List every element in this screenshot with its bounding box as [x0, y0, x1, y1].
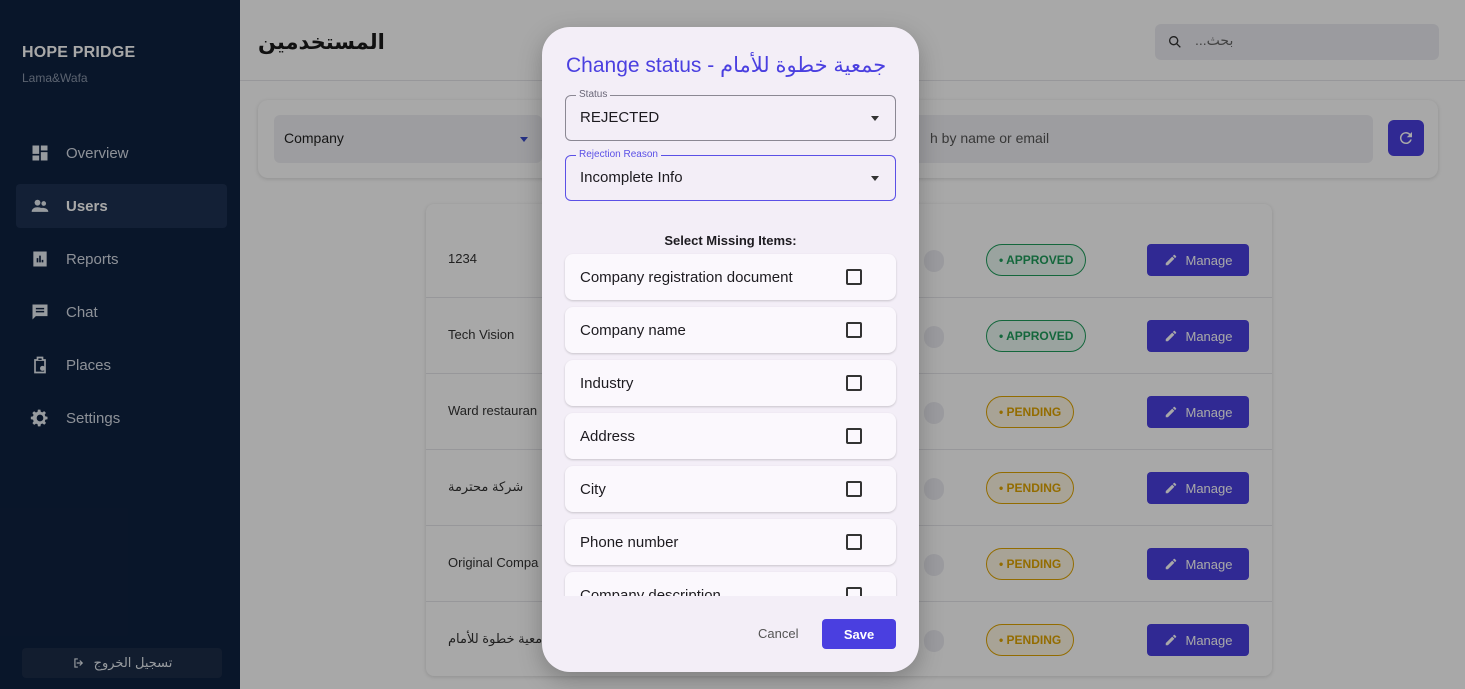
- status-select[interactable]: Status REJECTED: [565, 89, 896, 141]
- missing-item[interactable]: Company name: [565, 307, 896, 353]
- missing-item-checkbox[interactable]: [846, 587, 862, 596]
- missing-item-label: Address: [580, 428, 636, 445]
- missing-item[interactable]: Industry: [565, 360, 896, 406]
- change-status-dialog: Change status - جمعية خطوة للأمام Status…: [542, 27, 919, 672]
- cancel-button[interactable]: Cancel: [758, 626, 798, 641]
- missing-item-checkbox[interactable]: [846, 322, 862, 338]
- missing-item[interactable]: Address: [565, 413, 896, 459]
- dialog-title: Change status - جمعية خطوة للأمام: [566, 54, 887, 77]
- missing-item-label: Company name: [580, 322, 686, 339]
- chevron-down-icon: [871, 176, 879, 181]
- missing-items-title: Select Missing Items:: [664, 233, 797, 248]
- missing-item-label: Industry: [580, 375, 634, 392]
- save-button[interactable]: Save: [822, 619, 896, 649]
- status-label: Status: [576, 89, 611, 100]
- dialog-actions: Cancel Save: [542, 619, 919, 651]
- missing-item[interactable]: Phone number: [565, 519, 896, 565]
- missing-item-label: City: [580, 481, 606, 498]
- missing-items-list[interactable]: Company registration document Company na…: [542, 253, 919, 596]
- missing-item-checkbox[interactable]: [846, 534, 862, 550]
- missing-item[interactable]: Company description: [565, 572, 896, 596]
- missing-item-checkbox[interactable]: [846, 375, 862, 391]
- missing-item[interactable]: Company registration document: [565, 254, 896, 300]
- missing-item[interactable]: City: [565, 466, 896, 512]
- missing-item-label: Phone number: [580, 534, 679, 551]
- missing-item-label: Company registration document: [580, 269, 793, 286]
- missing-item-label: Company description: [580, 587, 721, 596]
- rejection-reason-select[interactable]: Rejection Reason Incomplete Info: [565, 149, 896, 201]
- rejection-reason-label: Rejection Reason: [576, 149, 661, 160]
- chevron-down-icon: [871, 116, 879, 121]
- missing-item-checkbox[interactable]: [846, 269, 862, 285]
- status-value: REJECTED: [580, 109, 660, 126]
- missing-item-checkbox[interactable]: [846, 428, 862, 444]
- rejection-reason-value: Incomplete Info: [580, 169, 683, 186]
- missing-item-checkbox[interactable]: [846, 481, 862, 497]
